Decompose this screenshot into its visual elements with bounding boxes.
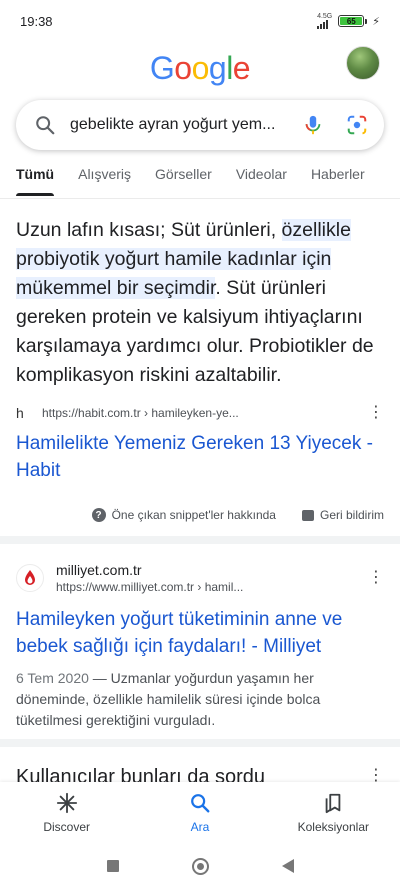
- tab-all[interactable]: Tümü: [16, 166, 55, 196]
- tab-videos[interactable]: Videolar: [236, 166, 287, 196]
- search-bar[interactable]: gebelikte ayran yoğurt yem...: [16, 100, 384, 150]
- search-icon: [191, 794, 210, 813]
- source-url[interactable]: https://habit.com.tr › hamileyken-ye...: [42, 406, 368, 420]
- system-navigation: [0, 844, 400, 888]
- result-site[interactable]: milliyet.com.tr https://www.milliyet.com…: [56, 562, 368, 594]
- milliyet-favicon-icon: [16, 564, 44, 592]
- feedback-link[interactable]: Geri bildirim: [320, 508, 384, 522]
- network-type: 4.5G: [317, 13, 333, 20]
- logo-letter: o: [174, 50, 192, 86]
- status-icons: 4.5G 65 ⚡: [317, 13, 380, 29]
- snippet-text-before: Uzun lafın kısası; Süt ürünleri,: [16, 219, 282, 241]
- site-url: https://www.milliyet.com.tr › hamil...: [56, 580, 244, 594]
- asterisk-icon: [56, 792, 77, 814]
- featured-snippet: Uzun lafın kısası; Süt ürünleri, özellik…: [16, 216, 384, 522]
- result-description: 6 Tem 2020 — Uzmanlar yoğurdun yaşamın h…: [16, 668, 384, 731]
- bottom-navigation: Discover Ara Koleksiyonlar: [0, 782, 400, 844]
- clock: 19:38: [20, 13, 53, 29]
- tab-news[interactable]: Haberler: [311, 166, 365, 196]
- charging-icon: ⚡: [372, 15, 380, 28]
- nav-label: Koleksiyonlar: [297, 820, 369, 834]
- search-result: milliyet.com.tr https://www.milliyet.com…: [16, 562, 384, 731]
- microphone-icon[interactable]: [302, 114, 324, 136]
- logo-letter: e: [232, 50, 251, 86]
- nav-discover[interactable]: Discover: [12, 792, 122, 834]
- result-date: 6 Tem 2020: [16, 670, 89, 686]
- logo-letter: g: [208, 50, 227, 86]
- people-also-ask-title: Kullanıcılar bunları da sordu: [16, 766, 266, 784]
- nav-search[interactable]: Ara: [145, 792, 255, 834]
- back-icon[interactable]: [281, 859, 294, 873]
- google-lens-icon[interactable]: [346, 114, 368, 136]
- snippet-result-title[interactable]: Hamilelikte Yemeniz Gereken 13 Yiyecek -…: [16, 430, 384, 484]
- nav-collections[interactable]: Koleksiyonlar: [278, 792, 388, 834]
- search-tabs: Tümü Alışveriş Görseller Videolar Haberl…: [0, 166, 400, 200]
- section-divider: [0, 739, 400, 747]
- more-options-icon[interactable]: ⋮: [368, 405, 384, 421]
- google-logo: Google: [0, 50, 400, 87]
- more-options-icon[interactable]: ⋮: [368, 570, 384, 586]
- result-header: milliyet.com.tr https://www.milliyet.com…: [16, 562, 384, 594]
- search-icon: [36, 116, 55, 135]
- nav-label: Discover: [43, 820, 90, 834]
- logo-letter: l: [226, 50, 233, 86]
- signal-icon: 4.5G: [317, 13, 332, 29]
- battery-icon: 65: [338, 15, 368, 27]
- section-divider: [0, 536, 400, 544]
- result-title[interactable]: Hamileyken yoğurt tüketiminin anne ve be…: [16, 606, 384, 660]
- about-snippets-link[interactable]: Öne çıkan snippet'ler hakkında: [112, 508, 276, 522]
- nav-label: Ara: [190, 820, 210, 834]
- site-name: milliyet.com.tr: [56, 562, 142, 578]
- status-bar: 19:38 4.5G 65 ⚡: [0, 0, 400, 42]
- snippet-text: Uzun lafın kısası; Süt ürünleri, özellik…: [16, 216, 384, 390]
- collections-icon: [325, 793, 341, 814]
- snippet-footer: ? Öne çıkan snippet'ler hakkında Geri bi…: [16, 508, 384, 522]
- help-icon: ?: [91, 508, 106, 522]
- account-avatar[interactable]: [346, 46, 380, 80]
- home-icon[interactable]: [191, 857, 209, 875]
- logo-letter: o: [191, 50, 210, 86]
- tab-images[interactable]: Görseller: [155, 166, 212, 196]
- feedback-icon: [301, 509, 314, 521]
- habit-favicon-icon: h: [16, 405, 24, 421]
- divider: [0, 198, 400, 199]
- recent-apps-icon[interactable]: [106, 860, 119, 872]
- people-also-ask: Kullanıcılar bunları da sordu ⋮: [16, 762, 384, 784]
- source-row: h https://habit.com.tr › hamileyken-ye..…: [16, 404, 384, 422]
- battery-level: 65: [340, 17, 363, 26]
- logo-letter: G: [149, 50, 175, 86]
- search-input[interactable]: gebelikte ayran yoğurt yem...: [70, 116, 292, 134]
- tab-shopping[interactable]: Alışveriş: [78, 166, 131, 196]
